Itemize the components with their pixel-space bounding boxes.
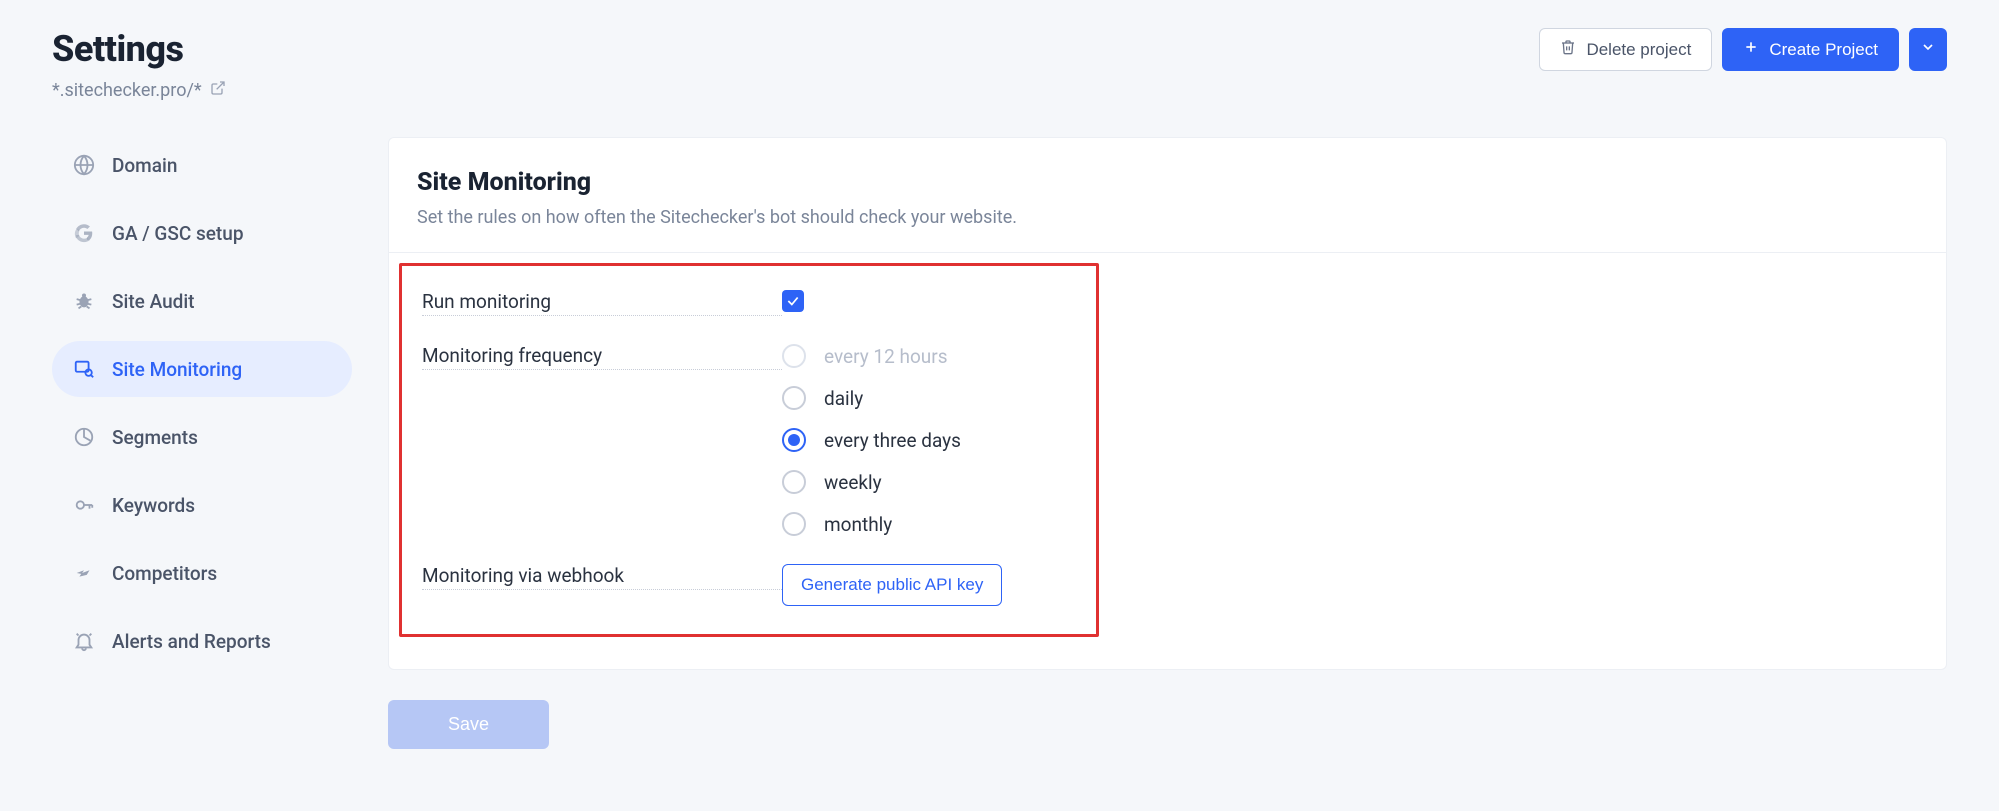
sidebar-item-label: Alerts and Reports xyxy=(112,630,271,653)
frequency-option-12h: every 12 hours xyxy=(782,344,1076,368)
sidebar-item-label: Site Monitoring xyxy=(112,358,242,381)
globe-icon xyxy=(72,153,96,177)
create-project-button[interactable]: Create Project xyxy=(1722,28,1899,71)
main-panel: Site Monitoring Set the rules on how oft… xyxy=(388,137,1947,670)
radio-label: daily xyxy=(824,387,863,410)
sidebar-item-domain[interactable]: Domain xyxy=(52,137,352,193)
competitors-icon xyxy=(72,561,96,585)
webhook-label: Monitoring via webhook xyxy=(422,564,782,590)
settings-sidebar: Domain GA / GSC setup Site Audit Site Mo… xyxy=(52,137,352,681)
monitor-search-icon xyxy=(72,357,96,381)
sidebar-item-ga-gsc[interactable]: GA / GSC setup xyxy=(52,205,352,261)
sidebar-item-segments[interactable]: Segments xyxy=(52,409,352,465)
frequency-radio-group: every 12 hours daily every three days xyxy=(782,344,1076,536)
delete-project-button[interactable]: Delete project xyxy=(1539,28,1712,71)
bug-icon xyxy=(72,289,96,313)
radio-label: every three days xyxy=(824,429,961,452)
sidebar-item-label: Competitors xyxy=(112,562,217,585)
monitoring-settings-box: Run monitoring Monitoring frequency xyxy=(399,263,1099,637)
radio-icon xyxy=(782,344,806,368)
project-domain-text: *.sitechecker.pro/* xyxy=(52,80,202,101)
frequency-option-weekly[interactable]: weekly xyxy=(782,470,1076,494)
plus-icon xyxy=(1743,39,1759,60)
delete-project-label: Delete project xyxy=(1586,40,1691,60)
radio-icon xyxy=(782,512,806,536)
frequency-option-daily[interactable]: daily xyxy=(782,386,1076,410)
create-project-dropdown[interactable] xyxy=(1909,28,1947,71)
radio-icon xyxy=(782,386,806,410)
section-desc: Set the rules on how often the Sitecheck… xyxy=(389,207,1946,228)
chevron-down-icon xyxy=(1920,39,1936,60)
frequency-option-three-days[interactable]: every three days xyxy=(782,428,1076,452)
trash-icon xyxy=(1560,39,1576,60)
external-link-icon xyxy=(210,80,226,101)
radio-label: every 12 hours xyxy=(824,345,948,368)
bell-icon xyxy=(72,629,96,653)
pie-icon xyxy=(72,425,96,449)
sidebar-item-site-monitoring[interactable]: Site Monitoring xyxy=(52,341,352,397)
radio-icon xyxy=(782,470,806,494)
sidebar-item-competitors[interactable]: Competitors xyxy=(52,545,352,601)
sidebar-item-site-audit[interactable]: Site Audit xyxy=(52,273,352,329)
google-icon xyxy=(72,221,96,245)
section-title: Site Monitoring xyxy=(389,168,1946,197)
radio-icon xyxy=(782,428,806,452)
sidebar-item-alerts[interactable]: Alerts and Reports xyxy=(52,613,352,669)
frequency-label: Monitoring frequency xyxy=(422,344,782,370)
frequency-option-monthly[interactable]: monthly xyxy=(782,512,1076,536)
radio-label: monthly xyxy=(824,513,892,536)
project-domain-link[interactable]: *.sitechecker.pro/* xyxy=(52,80,226,101)
radio-label: weekly xyxy=(824,471,882,494)
sidebar-item-keywords[interactable]: Keywords xyxy=(52,477,352,533)
generate-api-key-button[interactable]: Generate public API key xyxy=(782,564,1002,606)
sidebar-item-label: Keywords xyxy=(112,494,195,517)
sidebar-item-label: Site Audit xyxy=(112,290,195,313)
run-monitoring-label: Run monitoring xyxy=(422,290,782,316)
divider xyxy=(389,252,1946,253)
key-icon xyxy=(72,493,96,517)
sidebar-item-label: GA / GSC setup xyxy=(112,222,244,245)
sidebar-item-label: Segments xyxy=(112,426,198,449)
page-title: Settings xyxy=(52,28,226,70)
run-monitoring-checkbox[interactable] xyxy=(782,290,804,312)
save-button[interactable]: Save xyxy=(388,700,549,749)
sidebar-item-label: Domain xyxy=(112,154,177,177)
create-project-label: Create Project xyxy=(1769,40,1878,60)
